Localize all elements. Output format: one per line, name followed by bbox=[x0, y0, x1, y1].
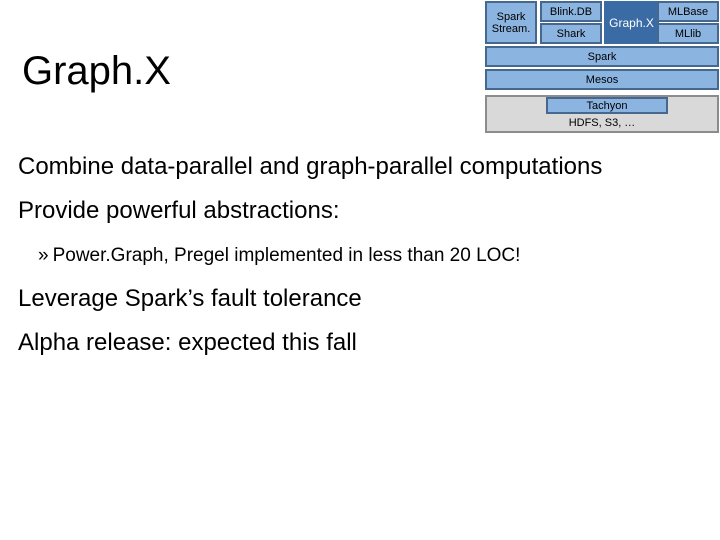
stack-tier-components: Spark Stream. Blink.DB Shark Graph.X MLB… bbox=[485, 0, 719, 45]
stack-tier-mesos: Mesos bbox=[485, 69, 719, 90]
stack-box-spark-streaming: Spark Stream. bbox=[485, 1, 537, 44]
stack-tier-spark-label: Spark bbox=[587, 50, 617, 63]
bullet-item: Combine data-parallel and graph-parallel… bbox=[18, 153, 603, 180]
slide-canvas: Graph.X Spark Stream. Blink.DB Shark Gra… bbox=[0, 0, 720, 540]
bullet-marker-icon: » bbox=[38, 245, 49, 266]
stack-box-tachyon: Tachyon bbox=[546, 97, 668, 114]
stack-tier-storage: Tachyon HDFS, S3, … bbox=[485, 95, 719, 133]
stack-diagram: Spark Stream. Blink.DB Shark Graph.X MLB… bbox=[485, 0, 719, 136]
page-title: Graph.X bbox=[22, 49, 171, 93]
stack-box-shark: Shark bbox=[540, 23, 602, 44]
bullet-item-sub-label: Power.Graph, Pregel implemented in less … bbox=[52, 245, 521, 266]
bullet-item: Alpha release: expected this fall bbox=[18, 329, 357, 356]
bullet-item-sub: » Power.Graph, Pregel implemented in less… bbox=[38, 244, 708, 268]
stack-tier-mesos-label: Mesos bbox=[585, 73, 619, 86]
bullet-item: Leverage Spark’s fault tolerance bbox=[18, 285, 362, 312]
stack-box-mlbase: MLBase bbox=[657, 1, 719, 22]
stack-box-graphx: Graph.X bbox=[604, 1, 659, 44]
stack-tier-spark: Spark bbox=[485, 46, 719, 67]
stack-storage-label: HDFS, S3, … bbox=[568, 117, 636, 129]
stack-box-spark-streaming-line1: Spark bbox=[496, 10, 526, 23]
bullet-item: Provide powerful abstractions: bbox=[18, 197, 340, 224]
stack-box-spark-streaming-line2: Stream. bbox=[491, 22, 531, 35]
stack-box-mllib: MLlib bbox=[657, 23, 719, 44]
bullet-list: Combine data-parallel and graph-parallel… bbox=[18, 152, 708, 358]
stack-box-blinkdb: Blink.DB bbox=[540, 1, 602, 22]
